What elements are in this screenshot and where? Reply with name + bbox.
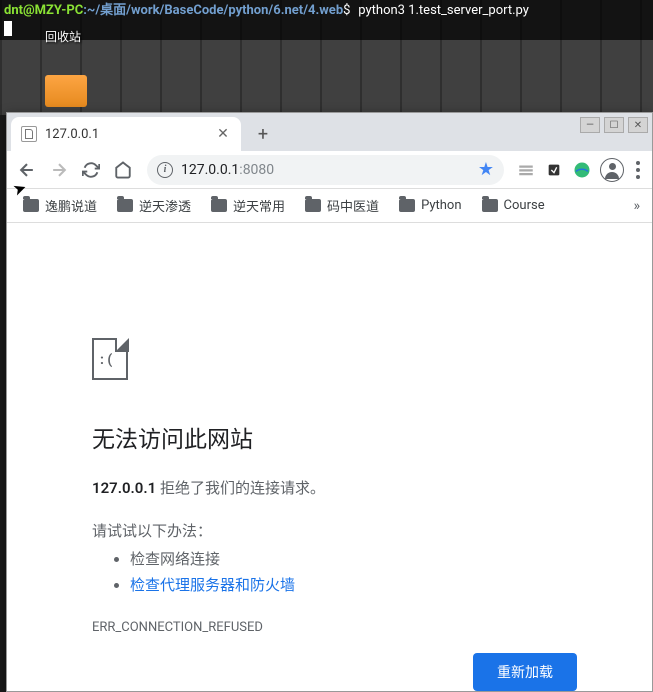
folder-icon xyxy=(399,199,415,212)
minimize-button[interactable]: — xyxy=(580,117,600,133)
reload-page-button[interactable]: 重新加载 xyxy=(473,653,577,691)
url-text: 127.0.0.1:8080 xyxy=(181,162,470,178)
toolbar: i 127.0.0.1:8080 ★ xyxy=(7,151,652,189)
profile-icon xyxy=(600,158,624,182)
window-controls: — ☐ ✕ xyxy=(580,117,648,133)
terminal-command: python3 1.test_server_port.py xyxy=(358,3,529,18)
bookmark-folder-4[interactable]: 码中医道 xyxy=(297,192,387,219)
bookmark-folder-3[interactable]: 逆天常用 xyxy=(203,192,293,219)
error-title: 无法访问此网站 xyxy=(92,420,567,454)
error-suggestions-list: 检查网络连接 检查代理服务器和防火墙 xyxy=(92,547,567,598)
folder-icon xyxy=(117,199,133,212)
back-button[interactable] xyxy=(13,156,41,184)
desktop-folder-icon[interactable] xyxy=(45,75,87,107)
browser-window: — ☐ ✕ 127.0.0.1 ✕ + i 127.0.0.1:8080 ★ xyxy=(6,112,653,692)
maximize-button[interactable]: ☐ xyxy=(604,117,624,133)
menu-button[interactable] xyxy=(630,161,646,179)
error-message: 127.0.0.1 拒绝了我们的连接请求。 xyxy=(92,476,567,500)
bookmark-folder-2[interactable]: 逆天渗透 xyxy=(109,192,199,219)
browser-tab[interactable]: 127.0.0.1 ✕ xyxy=(11,117,241,151)
bookmarks-bar: 逸鹏说道 逆天渗透 逆天常用 码中医道 Python Course » xyxy=(7,189,652,223)
folder-icon xyxy=(211,199,227,212)
home-button[interactable] xyxy=(109,156,137,184)
profile-button[interactable] xyxy=(598,156,626,184)
check-proxy-link[interactable]: 检查代理服务器和防火墙 xyxy=(130,576,295,594)
bookmarks-overflow-button[interactable]: » xyxy=(629,194,644,218)
terminal: dnt@MZY-PC:~/桌面/work/BaseCode/python/6.n… xyxy=(0,0,653,40)
bookmark-folder-1[interactable]: 逸鹏说道 xyxy=(15,192,105,219)
extension-icon-3[interactable] xyxy=(570,158,594,182)
close-window-button[interactable]: ✕ xyxy=(628,117,648,133)
bookmark-folder-6[interactable]: Course xyxy=(474,194,553,217)
sad-page-icon: : ( xyxy=(92,338,128,380)
tab-title: 127.0.0.1 xyxy=(45,127,207,142)
folder-icon xyxy=(482,199,498,212)
desktop-trash-label[interactable]: 回收站 xyxy=(45,28,81,45)
new-tab-button[interactable]: + xyxy=(249,120,277,148)
terminal-path: :~/桌面/work/BaseCode/python/6.net/4.web xyxy=(83,3,343,18)
tab-close-button[interactable]: ✕ xyxy=(215,126,231,142)
reload-button[interactable] xyxy=(77,156,105,184)
extension-icon-1[interactable] xyxy=(514,158,538,182)
folder-icon xyxy=(305,199,321,212)
forward-button[interactable] xyxy=(45,156,73,184)
tab-favicon-icon xyxy=(21,126,37,142)
address-bar[interactable]: i 127.0.0.1:8080 ★ xyxy=(147,155,504,185)
terminal-prompt: $ xyxy=(343,3,350,18)
extension-icon-2[interactable] xyxy=(542,158,566,182)
error-code: ERR_CONNECTION_REFUSED xyxy=(92,620,567,635)
bookmark-star-icon[interactable]: ★ xyxy=(478,159,494,180)
bookmark-folder-5[interactable]: Python xyxy=(391,194,469,217)
error-suggest-label: 请试试以下办法： xyxy=(92,520,567,541)
suggestion-check-proxy: 检查代理服务器和防火墙 xyxy=(130,573,567,599)
folder-icon xyxy=(23,199,39,212)
terminal-user-host: dnt@MZY-PC xyxy=(4,3,83,18)
error-page: : ( 无法访问此网站 127.0.0.1 拒绝了我们的连接请求。 请试试以下办… xyxy=(7,223,652,691)
suggestion-check-network: 检查网络连接 xyxy=(130,547,567,573)
terminal-cursor xyxy=(4,21,12,36)
site-info-icon[interactable]: i xyxy=(157,162,173,178)
tab-strip: 127.0.0.1 ✕ + xyxy=(7,113,652,151)
